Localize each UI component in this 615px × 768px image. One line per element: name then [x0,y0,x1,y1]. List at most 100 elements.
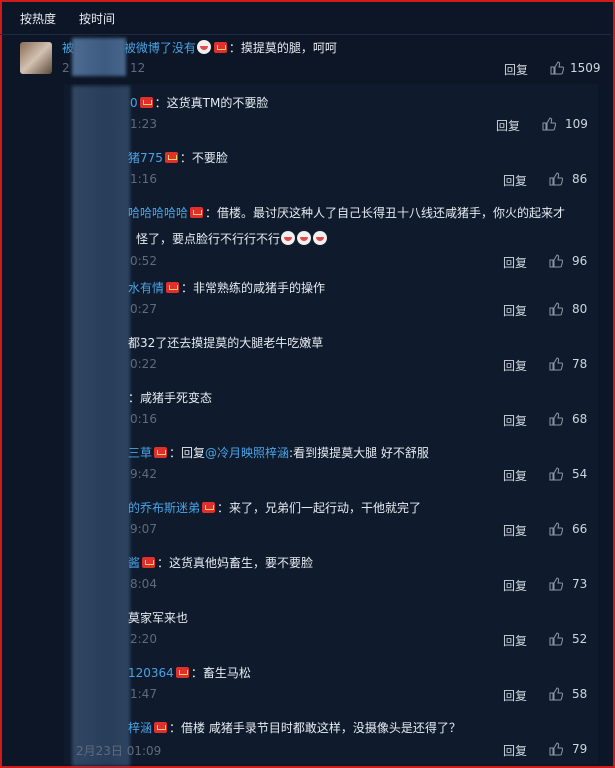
like-count: 80 [572,302,588,316]
thumbs-up-icon[interactable] [542,117,556,131]
comment-time-tail: 12 [130,61,146,75]
red-envelope-badge-icon [175,667,189,678]
like-count: 52 [572,632,588,646]
reply-text: ：不要脸 [179,151,228,165]
reply-line: 的乔布斯迷弟 ：来了，兄弟们一起行动，干他就完了 [128,499,421,516]
reply-time: 9:07 [130,522,157,536]
reply-line: 都32了还去摸提莫的大腿老牛吃嫩草 [128,334,323,351]
reply-line: ：咸猪手死变态 [128,389,212,406]
commenter-name-tail[interactable]: 被微博了没有 [124,41,196,55]
reply-line: 莫家军来也 [128,609,188,626]
reply-time: 0:27 [130,302,157,316]
red-envelope-badge-icon [213,42,227,53]
reply-button[interactable]: 回复 [503,577,527,594]
reply-button[interactable]: 回复 [496,117,520,134]
like-count: 54 [572,467,588,481]
reply-time: 0:16 [130,412,157,426]
reply-button[interactable]: 回复 [503,357,527,374]
thumbs-up-icon[interactable] [549,254,563,268]
laughing-emoji-icon [196,40,211,54]
reply-line: 梓涵 ：借楼 咸猪手录节目时都敢这样，没摄像头是还得了？ [128,719,461,736]
laughing-emoji-icon [281,231,296,245]
reply-time: 9:42 [130,467,157,481]
reply-line: 哈哈哈哈哈 ：借楼。最讨厌这种人了自己长得丑十八线还咸猪手，你火的起来才 [128,204,565,221]
replier-name[interactable]: 三草 [128,446,152,460]
reply-text: 莫家军来也 [128,611,189,625]
mention-link[interactable]: @冷月映照梓涵 [205,446,289,460]
like-count: 79 [572,742,588,756]
replier-name[interactable]: 的乔布斯迷弟 [128,501,200,515]
reply-text: ：咸猪手死变态 [128,391,213,405]
reply-button[interactable]: 回复 [504,61,528,78]
reply-time: 2:20 [130,632,157,646]
reply-text-after: :看到摸提莫大腿 好不舒服 [289,446,429,460]
reply-time: 1:47 [130,687,157,701]
blurred-region [72,38,126,76]
replier-name[interactable]: 酱 [128,556,140,570]
reply-text: ：借楼。最讨厌这种人了自己长得丑十八线还咸猪手，你火的起来才 [205,206,566,220]
reply-text-2: 怪了，要点脸行不行行不行 [136,232,281,246]
thumbs-up-icon[interactable] [549,467,563,481]
laughing-emoji-icon [313,231,328,245]
red-envelope-badge-icon [190,207,204,218]
replier-name[interactable]: 120364 [128,666,174,680]
thumbs-up-icon[interactable] [549,522,563,536]
sort-bar: 按热度 按时间 [0,0,611,35]
replier-name[interactable]: 0 [130,96,138,110]
reply-button[interactable]: 回复 [503,687,527,704]
reply-time: 0:52 [130,254,157,268]
replier-name[interactable]: 猪775 [128,151,163,165]
thumbs-up-icon[interactable] [549,412,563,426]
avatar[interactable] [20,42,52,74]
thumbs-up-icon[interactable] [549,577,563,591]
reply-time: 1:23 [130,117,157,131]
reply-button[interactable]: 回复 [503,172,527,189]
replier-name[interactable]: 梓涵 [128,721,152,735]
reply-text: 都32了还去摸提莫的大腿老牛吃嫩草 [128,336,324,350]
sort-by-hot-tab[interactable]: 按热度 [20,10,56,27]
sort-by-time-tab[interactable]: 按时间 [79,10,115,27]
reply-text: ：回复 [169,446,206,460]
thumbs-up-icon[interactable] [549,632,563,646]
reply-line: 酱 ：这货真他妈畜生，要不要脸 [128,554,313,571]
reply-button[interactable]: 回复 [503,467,527,484]
reply-button[interactable]: 回复 [503,522,527,539]
like-count: 109 [565,117,588,131]
red-envelope-badge-icon [166,282,180,293]
reply-button[interactable]: 回复 [503,254,527,271]
like-count: 78 [572,357,588,371]
comment-text: ：摸提莫的腿，呵呵 [228,41,337,55]
like-count: 1509 [570,61,601,75]
red-envelope-badge-icon [139,97,153,108]
thumbs-up-icon[interactable] [549,302,563,316]
thumbs-up-icon[interactable] [549,172,563,186]
reply-time: 1:16 [130,172,157,186]
replier-name[interactable]: 水有情 [128,281,164,295]
like-count: 86 [572,172,588,186]
reply-time: 8:04 [130,577,157,591]
red-envelope-badge-icon [202,502,216,513]
thumbs-up-icon[interactable] [550,61,564,75]
reply-button[interactable]: 回复 [503,412,527,429]
thumbs-up-icon[interactable] [549,687,563,701]
reply-line: 120364 ：畜生马松 [128,664,251,681]
reply-line: 三草 ：回复@冷月映照梓涵:看到摸提莫大腿 好不舒服 [128,444,429,461]
red-envelope-badge-icon [154,722,168,733]
reply-button[interactable]: 回复 [503,302,527,319]
like-count: 73 [572,577,588,591]
reply-text: ：这货真TM的不要脸 [154,96,269,110]
reply-text: ：这货真他妈畜生，要不要脸 [157,556,314,570]
reply-time: 2月23日 01:09 [76,744,162,758]
thumbs-up-icon[interactable] [549,742,563,756]
red-envelope-badge-icon [154,447,168,458]
blurred-region [72,86,130,766]
reply-text: ：畜生马松 [190,666,251,680]
thumbs-up-icon[interactable] [549,357,563,371]
replier-name[interactable]: 哈哈哈哈哈 [128,206,188,220]
red-envelope-badge-icon [164,152,178,163]
reply-button[interactable]: 回复 [503,632,527,649]
reply-line: 猪775 ：不要脸 [128,149,228,166]
laughing-emoji-icon [297,231,312,245]
reply-button[interactable]: 回复 [503,742,527,759]
like-count: 66 [572,522,588,536]
